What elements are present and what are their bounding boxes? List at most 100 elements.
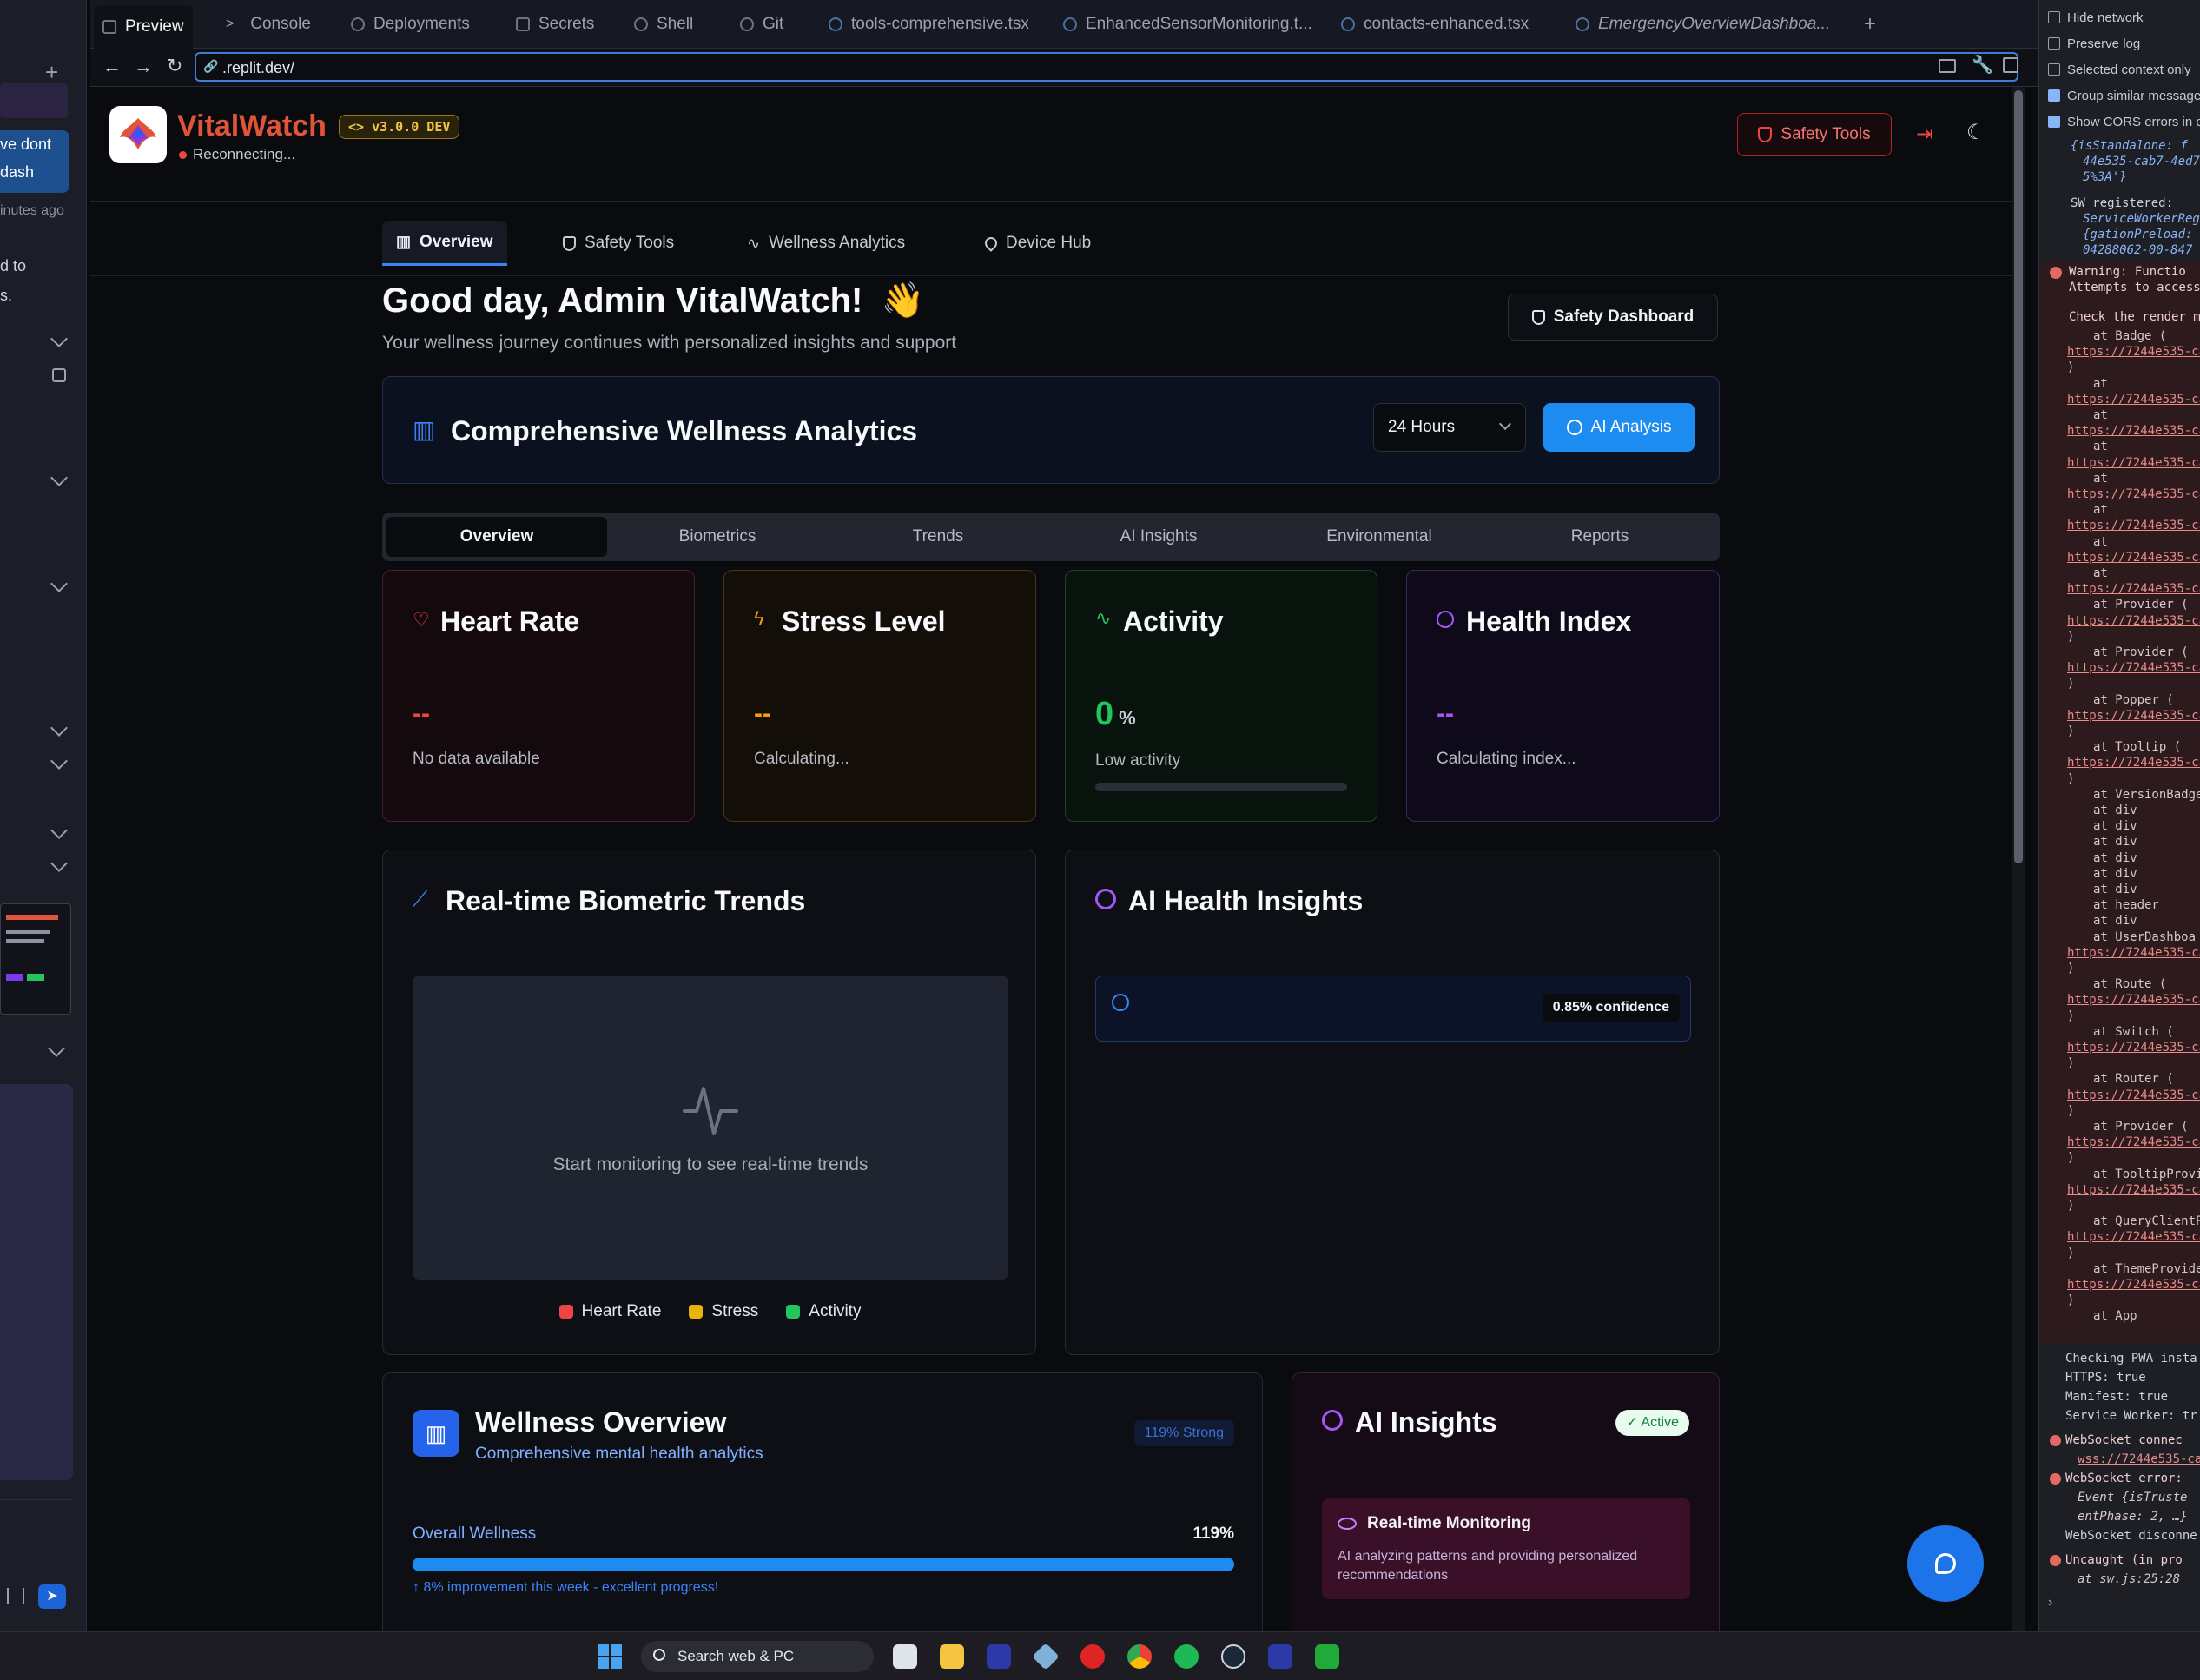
tab-file-sensor[interactable]: EnhancedSensorMonitoring.t...	[1054, 7, 1321, 42]
stack-link[interactable]: https://7244e535-ca	[2067, 709, 2200, 723]
subtab-ai-insights[interactable]: AI Insights	[1048, 517, 1269, 557]
checkbox-icon[interactable]	[2048, 11, 2060, 23]
tab-file-emergency[interactable]: EmergencyOverviewDashboa...	[1567, 7, 1839, 42]
insight-item-realtime[interactable]: Real-time Monitoring AI analyzing patter…	[1322, 1498, 1690, 1599]
devices-icon[interactable]	[1939, 59, 1956, 73]
tab-secrets[interactable]: Secrets	[507, 7, 603, 42]
ai-analysis-button[interactable]: AI Analysis	[1543, 403, 1695, 452]
reload-icon[interactable]: ↻	[167, 55, 182, 77]
chevron-down-icon[interactable]	[48, 1040, 65, 1057]
logout-icon[interactable]: ⇥	[1916, 122, 1933, 147]
stack-link[interactable]: https://7244e535-ca	[2067, 1183, 2200, 1197]
subtab-overview[interactable]: Overview	[386, 517, 607, 557]
stack-link[interactable]: https://7244e535-ca	[2067, 487, 2200, 501]
console-prompt[interactable]: ›	[2048, 1595, 2052, 1611]
checkbox-icon[interactable]	[2048, 116, 2060, 128]
wrench-icon[interactable]: 🔧	[1972, 54, 1993, 76]
chevron-down-icon[interactable]	[50, 469, 68, 486]
app-icon[interactable]	[1268, 1644, 1292, 1669]
settings-sliders-icon[interactable]	[7, 1588, 24, 1604]
tab-shell[interactable]: Shell	[625, 7, 702, 42]
nav-tab-safety-tools[interactable]: Safety Tools	[563, 221, 674, 266]
stack-link[interactable]: https://7244e535-ca	[2067, 456, 2200, 470]
tab-deployments[interactable]: Deployments	[342, 7, 479, 42]
stack-link[interactable]: https://7244e535-ca	[2067, 519, 2200, 532]
screenshot-thumbnail[interactable]	[0, 903, 71, 1015]
metric-card-heart-rate[interactable]: ♡ Heart Rate -- No data available	[382, 570, 695, 822]
stack-link[interactable]: https://7244e535-ca	[2067, 614, 2200, 628]
stack-link[interactable]: https://7244e535-ca	[2067, 1230, 2200, 1244]
app-icon[interactable]	[1315, 1644, 1339, 1669]
send-button[interactable]: ➤	[38, 1584, 66, 1609]
stack-link[interactable]: https://7244e535-ca	[2067, 1135, 2200, 1149]
new-tab-button[interactable]: +	[1855, 7, 1885, 42]
task-view-icon[interactable]	[893, 1644, 917, 1669]
chat-fab[interactable]	[1907, 1525, 1984, 1602]
pinterest-icon[interactable]	[1080, 1644, 1105, 1669]
stack-link[interactable]: https://7244e535-ca	[2067, 946, 2200, 960]
windows-start-icon[interactable]	[598, 1644, 622, 1669]
stack-link[interactable]: https://7244e535-ca	[2067, 1278, 2200, 1292]
moon-icon[interactable]: ☾	[1966, 120, 1985, 145]
thumbnail-preview[interactable]	[0, 83, 68, 118]
subtab-reports[interactable]: Reports	[1490, 517, 1710, 557]
stack-link[interactable]: https://7244e535-ca	[2067, 1088, 2200, 1102]
url-input[interactable]: 🔗 .replit.dev/	[195, 52, 2018, 82]
stack-link[interactable]: https://7244e535-ca	[2067, 393, 2200, 407]
nav-tab-overview[interactable]: ▥ Overview	[382, 221, 507, 266]
file-explorer-icon[interactable]	[940, 1644, 964, 1669]
new-chat-button[interactable]: +	[45, 59, 58, 86]
chevron-down-icon[interactable]	[50, 822, 68, 839]
app-icon[interactable]	[1032, 1643, 1060, 1670]
app-logo[interactable]	[109, 106, 167, 163]
metric-card-health-index[interactable]: Health Index -- Calculating index...	[1406, 570, 1720, 822]
back-icon[interactable]: ←	[102, 56, 122, 78]
chevron-down-icon[interactable]	[50, 719, 68, 737]
console-line[interactable]: wss://7244e535-cab	[2078, 1452, 2200, 1466]
chevron-down-icon[interactable]	[50, 752, 68, 770]
checkbox-icon[interactable]	[2048, 89, 2060, 102]
time-range-select[interactable]: 24 Hours	[1373, 403, 1526, 452]
console-option[interactable]: Group similar messages	[2048, 89, 2200, 103]
chevron-down-icon[interactable]	[50, 855, 68, 872]
console-option[interactable]: Preserve log	[2048, 36, 2140, 51]
stack-link[interactable]: https://7244e535-ca	[2067, 582, 2200, 596]
external-link-icon[interactable]	[2003, 57, 2018, 73]
stack-link[interactable]: https://7244e535-ca	[2067, 993, 2200, 1007]
steam-icon[interactable]	[1221, 1644, 1245, 1669]
spotify-icon[interactable]	[1174, 1644, 1199, 1669]
scrollbar-thumb[interactable]	[2014, 90, 2023, 863]
safety-tools-button[interactable]: Safety Tools	[1737, 113, 1892, 156]
stack-link[interactable]: https://7244e535-ca	[2067, 1041, 2200, 1055]
stack-link[interactable]: https://7244e535-ca	[2067, 345, 2200, 359]
console-option[interactable]: Selected context only	[2048, 63, 2191, 77]
tab-console[interactable]: >_ Console	[217, 7, 320, 42]
subtab-biometrics[interactable]: Biometrics	[607, 517, 828, 557]
metric-card-activity[interactable]: ∿ Activity 0% Low activity	[1065, 570, 1377, 822]
stack-link[interactable]: https://7244e535-ca	[2067, 756, 2200, 770]
chrome-icon[interactable]	[1127, 1644, 1152, 1669]
checkbox-icon[interactable]	[2048, 37, 2060, 50]
safety-dashboard-button[interactable]: Safety Dashboard	[1508, 294, 1718, 341]
open-link-icon[interactable]	[52, 368, 66, 382]
subtab-environmental[interactable]: Environmental	[1269, 517, 1490, 557]
tab-git[interactable]: Git	[731, 7, 792, 42]
preview-scrollbar[interactable]	[2012, 87, 2025, 1631]
stack-link[interactable]: https://7244e535-ca	[2067, 661, 2200, 675]
console-option[interactable]: Hide network	[2048, 10, 2144, 25]
tab-preview[interactable]: Preview	[94, 5, 193, 49]
metric-card-stress-level[interactable]: ϟ Stress Level -- Calculating...	[723, 570, 1036, 822]
console-option[interactable]: Show CORS errors in co	[2048, 115, 2200, 129]
nav-tab-wellness-analytics[interactable]: ∿ Wellness Analytics	[747, 221, 905, 266]
stack-link[interactable]: https://7244e535-ca	[2067, 424, 2200, 438]
subtab-trends[interactable]: Trends	[828, 517, 1048, 557]
tab-file-contacts[interactable]: contacts-enhanced.tsx	[1332, 7, 1537, 42]
insight-row[interactable]: 0.85% confidence	[1095, 976, 1691, 1042]
taskbar-search[interactable]: Search web & PC	[641, 1641, 874, 1672]
chat-input[interactable]	[0, 1499, 73, 1534]
chevron-down-icon[interactable]	[50, 330, 68, 347]
forward-icon[interactable]: →	[134, 56, 153, 78]
tab-file-tools[interactable]: tools-comprehensive.tsx	[820, 7, 1038, 42]
checkbox-icon[interactable]	[2048, 63, 2060, 76]
nav-tab-device-hub[interactable]: Device Hub	[982, 221, 1091, 266]
